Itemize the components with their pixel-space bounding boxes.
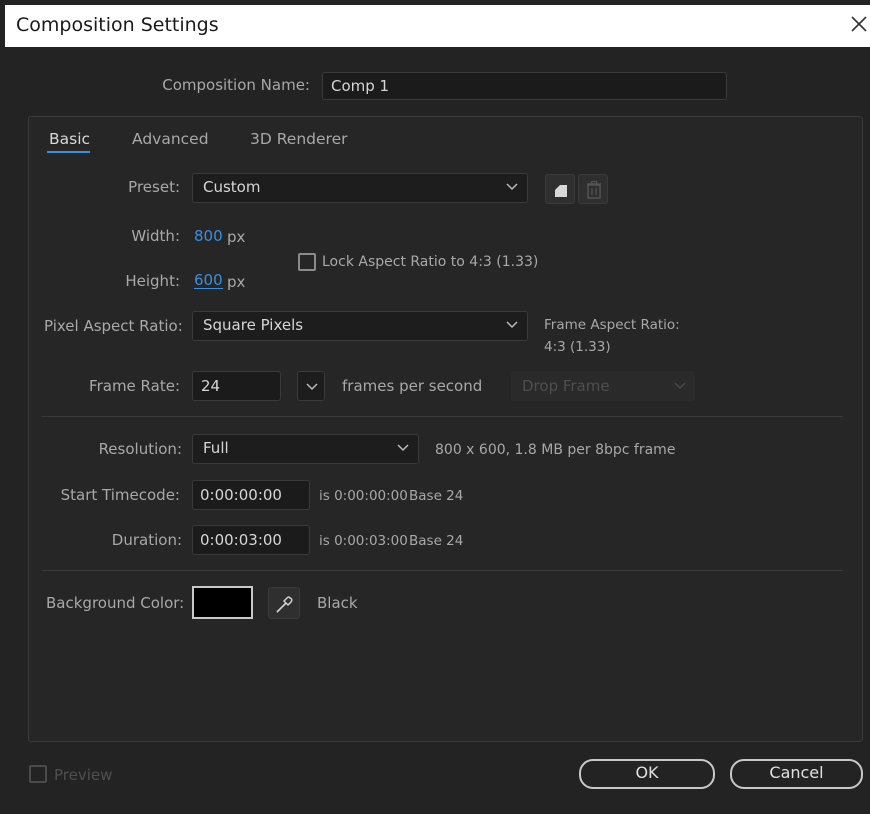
frame-rate-unit: frames per second (342, 377, 483, 395)
preview-label: Preview (54, 766, 113, 784)
start-timecode-base: Base 24 (409, 488, 464, 504)
divider (42, 570, 843, 571)
chevron-down-icon (306, 383, 318, 391)
tab-advanced[interactable]: Advanced (132, 130, 209, 148)
save-preset-button[interactable] (545, 174, 575, 204)
drop-frame-label: Drop Frame (522, 377, 610, 395)
lock-aspect-checkbox[interactable] (298, 253, 316, 271)
composition-name-label: Composition Name: (162, 76, 310, 94)
resolution-info: 800 x 600, 1.8 MB per 8bpc frame (435, 442, 676, 458)
drop-frame-dropdown: Drop Frame (511, 371, 695, 401)
frame-rate-label: Frame Rate: (89, 377, 180, 395)
delete-preset-button[interactable] (578, 174, 608, 204)
pixel-aspect-label: Pixel Aspect Ratio: (44, 317, 183, 335)
width-label: Width: (131, 227, 180, 245)
duration-input[interactable]: 0:00:03:00 (192, 525, 310, 555)
lock-aspect-label: Lock Aspect Ratio to 4:3 (1.33) (322, 254, 539, 270)
divider (42, 416, 843, 417)
width-unit: px (227, 228, 246, 246)
duration-base: Base 24 (409, 533, 464, 549)
chevron-down-icon (674, 382, 686, 390)
tab-active-underline (47, 151, 90, 153)
height-unit: px (227, 273, 246, 291)
background-color-name: Black (317, 594, 358, 612)
eyedropper-button[interactable] (268, 587, 300, 619)
chevron-down-icon (506, 321, 518, 329)
background-color-swatch[interactable] (192, 586, 253, 619)
preset-value: Custom (203, 178, 261, 196)
start-timecode-is: is 0:00:00:00 (319, 488, 408, 504)
dialog-title: Composition Settings (16, 14, 219, 36)
close-icon[interactable] (848, 13, 870, 35)
resolution-dropdown[interactable]: Full (192, 434, 419, 464)
frame-aspect-label: Frame Aspect Ratio: (544, 317, 680, 333)
tab-3d-renderer[interactable]: 3D Renderer (250, 130, 347, 148)
ok-button[interactable]: OK (579, 759, 715, 789)
resolution-value: Full (203, 439, 229, 457)
preset-label: Preset: (128, 178, 180, 196)
eyedropper-icon (276, 596, 293, 613)
tab-basic[interactable]: Basic (49, 130, 90, 148)
resolution-label: Resolution: (98, 440, 182, 458)
settings-panel (28, 116, 863, 742)
duration-label: Duration: (111, 531, 182, 549)
preset-dropdown[interactable]: Custom (192, 173, 528, 203)
start-timecode-label: Start Timecode: (60, 486, 180, 504)
chevron-down-icon (506, 183, 518, 191)
chevron-down-icon (397, 444, 409, 452)
composition-name-input[interactable]: Comp 1 (322, 72, 727, 100)
frame-aspect-value: 4:3 (1.33) (544, 339, 611, 355)
preview-checkbox[interactable] (29, 765, 47, 783)
dialog-titlebar: Composition Settings (5, 5, 870, 47)
frame-rate-input[interactable]: 24 (192, 371, 281, 401)
height-value[interactable]: 600 (194, 272, 223, 289)
background-color-label: Background Color: (46, 594, 185, 612)
save-preset-icon (555, 185, 567, 197)
width-value[interactable]: 800 (194, 227, 223, 245)
duration-is: is 0:00:03:00 (319, 533, 408, 549)
height-label: Height: (125, 272, 180, 290)
start-timecode-input[interactable]: 0:00:00:00 (192, 480, 310, 510)
trash-icon (587, 180, 601, 199)
pixel-aspect-dropdown[interactable]: Square Pixels (192, 311, 528, 341)
cancel-button[interactable]: Cancel (730, 759, 863, 789)
frame-rate-dropdown[interactable] (297, 371, 325, 401)
pixel-aspect-value: Square Pixels (203, 316, 304, 334)
